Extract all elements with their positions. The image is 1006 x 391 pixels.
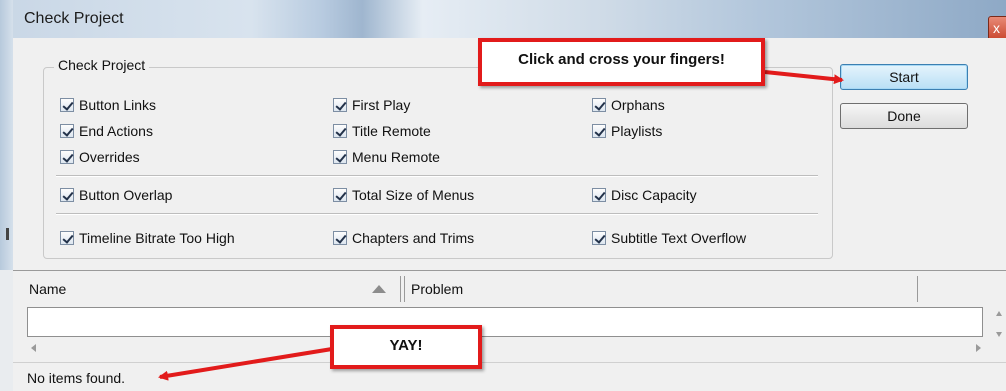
checkbox-overrides[interactable]: Overrides: [60, 148, 140, 166]
checkbox-end-actions[interactable]: End Actions: [60, 122, 153, 140]
checkbox-checked-icon[interactable]: [333, 188, 347, 202]
window-title: Check Project: [24, 10, 124, 27]
checkbox-checked-icon[interactable]: [592, 124, 606, 138]
checkbox-button-overlap[interactable]: Button Overlap: [60, 186, 172, 204]
checkbox-checked-icon[interactable]: [333, 231, 347, 245]
checkbox-playlists[interactable]: Playlists: [592, 122, 662, 140]
checkbox-subtitle-text-overflow[interactable]: Subtitle Text Overflow: [592, 229, 746, 247]
checkbox-checked-icon[interactable]: [592, 231, 606, 245]
checkbox-label: Menu Remote: [352, 149, 440, 165]
checkbox-orphans[interactable]: Orphans: [592, 96, 665, 114]
checkbox-checked-icon[interactable]: [60, 150, 74, 164]
scroll-arrows-icon[interactable]: [992, 304, 1006, 344]
checkbox-label: Button Links: [79, 97, 157, 113]
done-button[interactable]: Done: [840, 103, 968, 129]
checkbox-label: Title Remote: [352, 123, 431, 139]
group-label: Check Project: [54, 57, 150, 73]
checkbox-title-remote[interactable]: Title Remote: [333, 122, 431, 140]
group-separator: [56, 213, 818, 215]
checkbox-button-links[interactable]: Button Links: [60, 96, 156, 114]
status-text: No items found.: [27, 370, 126, 386]
checkbox-timeline-bitrate-too-high[interactable]: Timeline Bitrate Too High: [60, 229, 235, 247]
horizontal-scrollbar[interactable]: [27, 340, 987, 356]
edge-mark: [6, 228, 9, 240]
checkbox-label: Total Size of Menus: [352, 187, 475, 203]
checkbox-label: First Play: [352, 97, 411, 113]
checkbox-menu-remote[interactable]: Menu Remote: [333, 148, 440, 166]
column-header-problem[interactable]: Problem: [411, 276, 463, 302]
checkbox-checked-icon[interactable]: [60, 231, 74, 245]
checkbox-chapters-and-trims[interactable]: Chapters and Trims: [333, 229, 474, 247]
group-separator: [56, 175, 818, 177]
checkbox-total-size-of-menus[interactable]: Total Size of Menus: [333, 186, 474, 204]
checkbox-checked-icon[interactable]: [333, 124, 347, 138]
checkbox-label: Orphans: [611, 97, 665, 113]
callout-yay: YAY!: [330, 325, 482, 369]
vertical-scrollbar[interactable]: [992, 304, 1006, 344]
checkbox-checked-icon[interactable]: [333, 98, 347, 112]
checkbox-label: Chapters and Trims: [352, 230, 475, 246]
results-list[interactable]: [27, 307, 983, 337]
checkbox-first-play[interactable]: First Play: [333, 96, 410, 114]
checkbox-label: Timeline Bitrate Too High: [79, 230, 235, 246]
checkbox-label: Button Overlap: [79, 187, 173, 203]
checkbox-checked-icon[interactable]: [592, 98, 606, 112]
title-bar[interactable]: Check Project: [0, 0, 1006, 38]
scroll-right-icon[interactable]: [976, 344, 981, 352]
checkbox-label: End Actions: [79, 123, 153, 139]
checkbox-checked-icon[interactable]: [60, 188, 74, 202]
column-divider[interactable]: [917, 276, 918, 302]
checkbox-checked-icon[interactable]: [60, 98, 74, 112]
status-divider: [13, 362, 1006, 363]
scroll-left-icon[interactable]: [31, 344, 36, 352]
column-divider[interactable]: [400, 276, 401, 302]
checkbox-label: Playlists: [611, 123, 663, 139]
sort-ascending-icon[interactable]: [372, 285, 386, 293]
checkbox-label: Overrides: [79, 149, 140, 165]
checkbox-checked-icon[interactable]: [60, 124, 74, 138]
checkbox-checked-icon[interactable]: [333, 150, 347, 164]
checkbox-label: Disc Capacity: [611, 187, 697, 203]
column-divider[interactable]: [404, 276, 405, 302]
column-header-name[interactable]: Name: [29, 276, 66, 302]
checkbox-checked-icon[interactable]: [592, 188, 606, 202]
start-button[interactable]: Start: [840, 64, 968, 90]
checkbox-label: Subtitle Text Overflow: [611, 230, 747, 246]
checkbox-disc-capacity[interactable]: Disc Capacity: [592, 186, 697, 204]
callout-start: Click and cross your fingers!: [478, 38, 765, 86]
